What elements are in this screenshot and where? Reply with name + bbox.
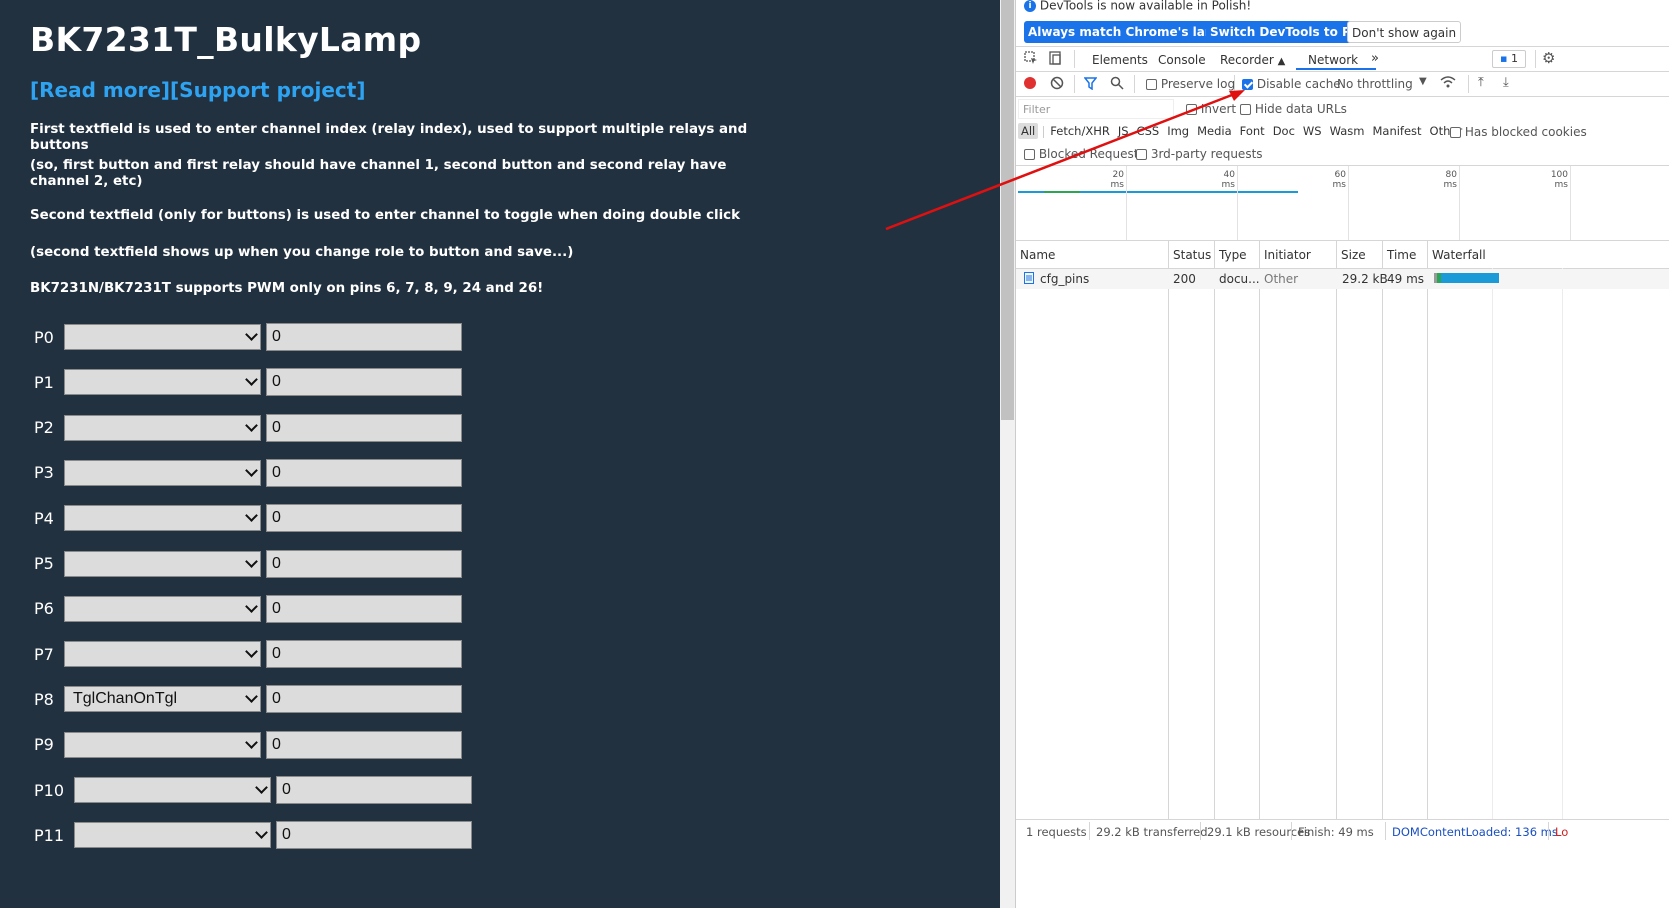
annotation-arrow xyxy=(885,90,1245,231)
